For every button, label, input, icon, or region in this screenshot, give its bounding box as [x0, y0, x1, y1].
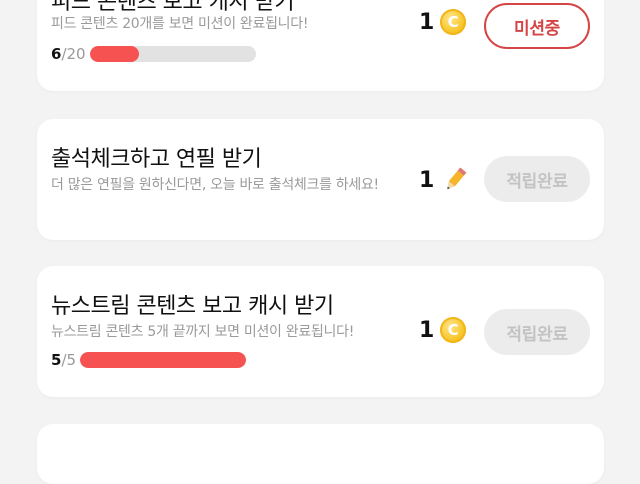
reward-amount: 1 — [419, 167, 435, 193]
mission-progress: 5/5 — [51, 351, 247, 369]
progress-text: 5/5 — [51, 351, 77, 369]
mission-progress: 6/20 — [51, 45, 256, 63]
mission-card-next[interactable] — [37, 424, 604, 484]
coin-icon: C — [440, 317, 467, 343]
mission-card-attendance[interactable]: 출석체크하고 연필 받기 더 많은 연필을 원하신다면, 오늘 바로 출석체크를… — [37, 119, 604, 240]
reward: 1 — [419, 165, 470, 195]
mission-card-feed[interactable]: 피드 콘텐츠 보고 캐시 받기 피드 콘텐츠 20개를 보면 미션이 완료됩니다… — [37, 0, 604, 91]
mission-completed-button[interactable]: 적립완료 — [484, 156, 590, 202]
reward: 1 C — [419, 317, 467, 343]
reward: 1 C — [419, 9, 467, 35]
progress-bar-fill — [89, 46, 140, 62]
mission-completed-button[interactable]: 적립완료 — [484, 309, 590, 355]
mission-description: 뉴스트림 콘텐츠 5개 끝까지 보면 미션이 완료됩니다! — [51, 324, 354, 340]
mission-in-progress-button[interactable]: 미션중 — [484, 3, 590, 49]
mission-description: 피드 콘텐츠 20개를 보면 미션이 완료됩니다! — [51, 16, 309, 32]
mission-title: 출석체크하고 연필 받기 — [51, 147, 262, 172]
progress-bar — [80, 352, 247, 368]
progress-text: 6/20 — [51, 45, 86, 63]
progress-bar-fill — [80, 352, 247, 368]
reward-amount: 1 — [419, 317, 435, 343]
mission-title: 뉴스트림 콘텐츠 보고 캐시 받기 — [51, 294, 334, 319]
coin-icon: C — [440, 9, 467, 35]
pencil-icon — [447, 167, 467, 190]
mission-card-newstream[interactable]: 뉴스트림 콘텐츠 보고 캐시 받기 뉴스트림 콘텐츠 5개 끝까지 보면 미션이… — [37, 266, 604, 397]
mission-description: 더 많은 연필을 원하신다면, 오늘 바로 출석체크를 하세요! — [51, 177, 379, 193]
reward-amount: 1 — [419, 9, 435, 35]
progress-bar — [89, 46, 256, 62]
